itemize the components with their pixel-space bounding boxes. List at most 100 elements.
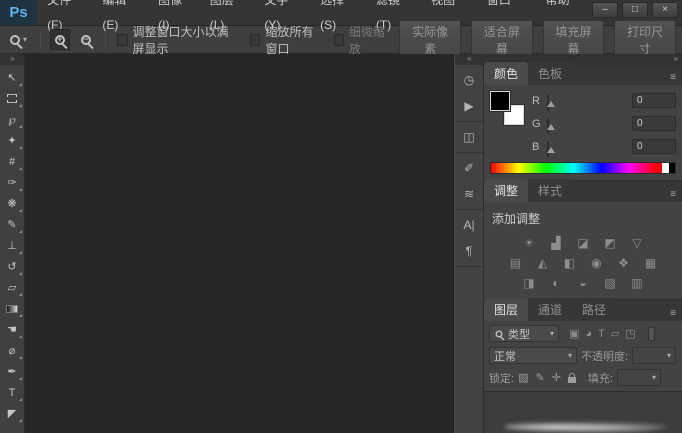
resize-window-checkbox[interactable]: [117, 33, 128, 46]
tool-button[interactable]: [1, 88, 24, 109]
tool-button[interactable]: ℘: [1, 109, 24, 130]
lock-icon[interactable]: ▨: [518, 371, 528, 384]
tool-button[interactable]: ✎: [1, 214, 24, 235]
minimize-button[interactable]: –: [592, 2, 618, 18]
blue-value-field[interactable]: 0: [632, 139, 676, 154]
adjustment-icon[interactable]: ▧: [601, 276, 619, 290]
dock-panel-button[interactable]: ◫: [457, 125, 482, 148]
zoom-all-windows-checkbox[interactable]: [250, 33, 261, 46]
adjustment-icon[interactable]: ▤: [507, 256, 525, 270]
color-panel-body: R 0 G 0 B 0: [484, 85, 682, 180]
tab-swatches[interactable]: 色板: [528, 62, 573, 85]
dock-panel-button[interactable]: ◷: [457, 68, 482, 91]
panel-menu-icon[interactable]: ≡: [664, 187, 682, 202]
tool-button[interactable]: ☚: [1, 319, 24, 340]
color-panel-tabs: 颜色 色板 ≡: [484, 62, 682, 85]
opacity-dropdown: ▾: [632, 347, 677, 364]
filter-kind-dropdown[interactable]: 类型 ▾: [489, 325, 559, 342]
tab-adjustments[interactable]: 调整: [484, 179, 529, 202]
foreground-color-swatch[interactable]: [489, 90, 511, 112]
blue-slider-thumb[interactable]: [547, 146, 555, 153]
layer-filter-icon[interactable]: ▣: [569, 327, 579, 340]
dock-panel-button[interactable]: A|: [457, 213, 482, 236]
tool-icon: ⌀: [8, 345, 16, 357]
tab-color[interactable]: 颜色: [484, 62, 529, 85]
tool-button[interactable]: [1, 298, 24, 319]
tab-layers[interactable]: 图层: [484, 298, 529, 321]
close-button[interactable]: ×: [652, 2, 678, 18]
layer-filter-icon[interactable]: ▱: [611, 327, 619, 340]
green-value-field[interactable]: 0: [632, 116, 676, 131]
main-area: » ↖ ℘ ✦ # ✑ ❋ ✎ ⊥ ↺ ▱ ☚ ⌀ ✒ T ◤ « ◷ ▶ ◫ …: [0, 54, 682, 433]
tool-icon: T: [8, 386, 16, 399]
dock-panel-button[interactable]: ✐: [457, 156, 482, 179]
tool-button[interactable]: ⌀: [1, 340, 24, 361]
dock-panel-icon: ▶: [464, 98, 474, 113]
zoom-in-button[interactable]: +: [50, 29, 71, 50]
layer-filter-icon[interactable]: ◕: [585, 328, 592, 340]
tool-preset-picker[interactable]: ▾: [6, 33, 31, 47]
dock-expand-handle[interactable]: «: [455, 54, 483, 65]
maximize-button[interactable]: □: [622, 2, 648, 18]
layer-filter-icon[interactable]: ◳: [625, 327, 635, 340]
panel-menu-icon[interactable]: ≡: [664, 306, 682, 321]
green-slider-thumb[interactable]: [547, 123, 555, 130]
document-canvas-area[interactable]: [25, 54, 454, 433]
tool-button[interactable]: ✑: [1, 172, 24, 193]
adjustment-icon[interactable]: ◐: [547, 276, 565, 290]
lock-icon[interactable]: ✎: [535, 371, 544, 384]
tab-styles[interactable]: 样式: [528, 179, 573, 202]
dock-panel-button[interactable]: ¶: [457, 239, 482, 262]
chevron-down-icon: ▾: [651, 373, 656, 382]
opacity-label: 不透明度:: [581, 350, 629, 363]
adjustment-icon[interactable]: ▟: [547, 236, 565, 250]
adjustment-icon[interactable]: ◧: [561, 256, 579, 270]
adjustment-icon[interactable]: ◭: [534, 256, 552, 270]
filtering-toggle[interactable]: [647, 326, 655, 341]
tool-button[interactable]: ✒: [1, 361, 24, 382]
dock-panel-button[interactable]: ≋: [457, 182, 482, 205]
tool-button[interactable]: ✦: [1, 130, 24, 151]
layer-filter-icon[interactable]: T: [598, 328, 605, 340]
spectrum-white-swatch[interactable]: [662, 163, 669, 173]
adjustment-icon[interactable]: ▦: [642, 256, 660, 270]
adjustment-icon[interactable]: ◪: [574, 236, 592, 250]
blue-slider[interactable]: [547, 140, 627, 157]
dock-group-brush: ✐ ≋: [455, 153, 483, 210]
tab-paths[interactable]: 路径: [572, 298, 617, 321]
adjustment-icon[interactable]: ◒: [574, 276, 592, 290]
separator: [105, 30, 107, 49]
layer-filter-row: 类型 ▾ ▣ ◕ T ▱ ◳: [489, 325, 677, 342]
layer-list[interactable]: [484, 391, 682, 433]
green-slider[interactable]: [547, 117, 627, 134]
lock-icon[interactable]: [567, 372, 576, 383]
color-spectrum-ramp[interactable]: [490, 162, 676, 174]
adjustment-icon[interactable]: ▥: [628, 276, 646, 290]
tool-button[interactable]: ◤: [1, 403, 24, 424]
adjustment-icon[interactable]: ☀: [520, 236, 538, 250]
red-slider-thumb[interactable]: [547, 100, 555, 107]
zoom-out-button[interactable]: −: [76, 29, 96, 50]
panel-menu-icon[interactable]: ≡: [664, 70, 682, 85]
tool-button[interactable]: ↖: [1, 67, 24, 88]
tool-button[interactable]: ↺: [1, 256, 24, 277]
adjustment-icon[interactable]: ❖: [615, 256, 633, 270]
toolbar-collapse-handle[interactable]: »: [0, 54, 24, 65]
adjustment-icon[interactable]: ◨: [520, 276, 538, 290]
tab-channels[interactable]: 通道: [528, 298, 573, 321]
spectrum-black-swatch[interactable]: [669, 163, 675, 173]
adjustment-icon[interactable]: ▽: [628, 236, 646, 250]
tool-button[interactable]: ⊥: [1, 235, 24, 256]
blend-mode-dropdown[interactable]: 正常 ▾: [489, 347, 577, 364]
dock-panel-button[interactable]: ▶: [457, 94, 482, 117]
zoom-tool-icon: [10, 34, 20, 45]
adjustment-icon[interactable]: ◉: [588, 256, 606, 270]
lock-icon[interactable]: ✛: [552, 371, 561, 384]
tool-button[interactable]: #: [1, 151, 24, 172]
red-value-field[interactable]: 0: [632, 93, 676, 108]
tool-button[interactable]: T: [1, 382, 24, 403]
red-slider[interactable]: [547, 94, 627, 111]
tool-button[interactable]: ▱: [1, 277, 24, 298]
tool-button[interactable]: ❋: [1, 193, 24, 214]
adjustment-icon[interactable]: ◩: [601, 236, 619, 250]
